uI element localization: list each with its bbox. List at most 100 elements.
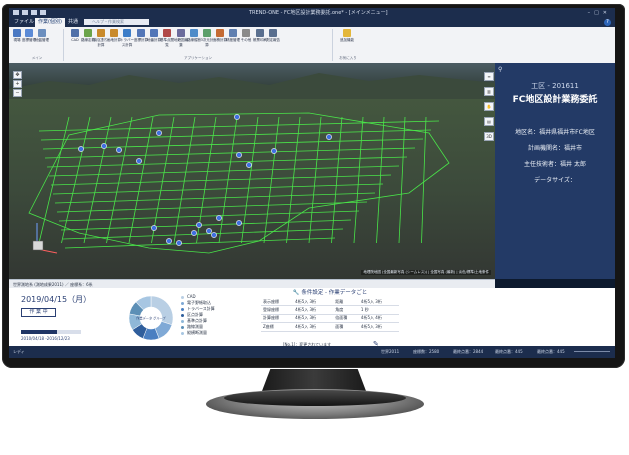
calc-icon bbox=[137, 29, 145, 37]
zoom-slider[interactable] bbox=[574, 351, 610, 352]
survey-point-marker bbox=[234, 114, 240, 120]
pan-icon[interactable]: ✋ bbox=[484, 102, 494, 111]
legend-label: 区点計算 bbox=[187, 312, 203, 317]
survey-point-marker bbox=[151, 225, 157, 231]
settings-icon: 🔧 bbox=[292, 290, 300, 296]
ribbon-divider bbox=[63, 29, 64, 61]
survey-point-marker bbox=[156, 130, 162, 136]
route-icon bbox=[84, 29, 92, 37]
conditions-cell: 4桁5入 3桁 bbox=[358, 298, 399, 307]
save-icon[interactable] bbox=[22, 10, 28, 15]
conditions-cell: 4桁5入 3桁 bbox=[293, 314, 334, 324]
conditions-cell: 角度 bbox=[333, 305, 359, 315]
work-period: 2010/04/18 -2016/12/23 bbox=[21, 336, 70, 341]
search-input[interactable]: ヘルプ・作業検索 bbox=[84, 19, 149, 25]
legend-swatch bbox=[181, 331, 184, 335]
ribbon-button-report[interactable]: 測定報告 bbox=[266, 29, 280, 53]
tab-file[interactable]: ファイル bbox=[11, 18, 37, 27]
cad-icon bbox=[71, 29, 79, 37]
zoom-in-button[interactable]: + bbox=[13, 80, 22, 88]
compass-icon[interactable]: ✥ bbox=[13, 71, 22, 79]
conditions-cell: 4桁5入 4桁 bbox=[358, 314, 399, 324]
profile-icon bbox=[190, 29, 198, 37]
app-window: TREND-ONE - FC地区設計業務委託.one* - [メインメニュー] … bbox=[9, 8, 615, 358]
work-data-donut-chart: 作業データ グループ bbox=[128, 295, 174, 341]
zoom-out-button[interactable]: − bbox=[13, 89, 22, 97]
progress-fill bbox=[21, 330, 57, 334]
conditions-table: 表示座標 4桁5入 3桁 距離 4桁5入 3桁 登録座標 4桁5入 3桁 角度 1 秒計算座標… bbox=[261, 298, 399, 332]
survey-point-marker bbox=[78, 146, 84, 152]
legend-label: トラバース計算 bbox=[187, 306, 215, 311]
ribbon-tabs: ファイル 作業(個別) 共通 ヘルプ・作業検索 ? bbox=[9, 18, 615, 27]
survey-point-marker bbox=[191, 230, 197, 236]
conditions-cell: 4桁5入 3桁 bbox=[358, 322, 399, 332]
point-count: 座標数：2580 bbox=[413, 349, 440, 354]
parcel-icon bbox=[150, 29, 158, 37]
pin-icon[interactable]: ⚲ bbox=[498, 66, 502, 73]
site-info-panel: ⚲ 工区 - 201611 FC地区設計業務委託 地区名：福井県福井市FC地区 … bbox=[495, 63, 615, 279]
undo-icon[interactable] bbox=[40, 10, 46, 15]
survey-point-marker bbox=[211, 232, 217, 238]
window-controls[interactable]: –□✕ bbox=[588, 8, 611, 18]
help-icon[interactable]: ? bbox=[604, 19, 611, 26]
ribbon-button-ground[interactable]: 地盤管理 bbox=[35, 29, 49, 53]
tab-common[interactable]: 共通 bbox=[65, 18, 81, 27]
measure-icon[interactable]: ▥ bbox=[484, 87, 494, 96]
area-icon bbox=[216, 29, 224, 37]
ribbon-button-other[interactable]: その他 bbox=[240, 29, 252, 53]
open-icon[interactable] bbox=[31, 10, 37, 15]
layers-icon[interactable]: ≡ bbox=[484, 72, 494, 81]
ribbon-button-traverse[interactable]: トラバース計算 bbox=[120, 29, 134, 53]
ribbon-button-label: 地盤管理 bbox=[35, 38, 49, 42]
report-icon bbox=[269, 29, 277, 37]
legend-swatch bbox=[181, 301, 184, 305]
legend-label: 路線測量 bbox=[187, 324, 203, 329]
conditions-cell: 4桁5入 3桁 bbox=[293, 305, 334, 315]
donut-legend: CAD 電子野帳取込 トラバース計算 区点計算 基準点計算 路線測量 縦横断測量 bbox=[181, 294, 215, 336]
3d-view-icon[interactable]: 3D bbox=[484, 132, 494, 141]
site-data-size: データサイズ： bbox=[534, 177, 576, 184]
conditions-cell: 登録座標 bbox=[261, 305, 294, 315]
conditions-row: 表示座標 4桁5入 3桁 距離 4桁5入 3桁 bbox=[261, 298, 399, 307]
star-icon bbox=[343, 29, 351, 37]
conditions-cell: 4桁5入 3桁 bbox=[293, 322, 334, 332]
tab-work[interactable]: 作業(個別) bbox=[35, 18, 65, 27]
conditions-row: 計算座標 4桁5入 3桁 倍面積 4桁5入 4桁 bbox=[261, 314, 399, 324]
work-status-badge: 作 業 中 bbox=[21, 308, 56, 317]
ribbon-button-star[interactable]: 追加機能 bbox=[340, 29, 354, 53]
conditions-cell: 1 秒 bbox=[358, 305, 399, 315]
conditions-cell: 4桁5入 3桁 bbox=[293, 298, 334, 307]
datum-status: 世界2011 bbox=[381, 349, 400, 354]
map-view[interactable]: ✥ + − ≡ ▥ ✋ ▤ 3D 地理院地図 (全国最新写真 (シームレス)) … bbox=[9, 63, 495, 279]
ribbon-button-benchmark[interactable]: 基準点閲覧 bbox=[160, 29, 174, 53]
accuracy-icon bbox=[229, 29, 237, 37]
legend-item: 縦横断測量 bbox=[181, 330, 215, 336]
conditions-cell: 表示座標 bbox=[261, 298, 294, 307]
dashboard: 2019/04/15（月） 作 業 中 2010/04/18 -2016/12/… bbox=[9, 288, 615, 348]
max-point: 最終点番：445 bbox=[537, 349, 565, 354]
cadastral-icon bbox=[177, 29, 185, 37]
group-label-applications: アプリケーション bbox=[184, 56, 212, 60]
legend-label: 基準点計算 bbox=[187, 318, 207, 323]
period-progress-bar bbox=[21, 330, 81, 334]
survey-point-marker bbox=[326, 134, 332, 140]
legend-swatch bbox=[181, 325, 184, 329]
block-icon bbox=[97, 29, 105, 37]
conditions-cell: Z座標 bbox=[261, 322, 294, 332]
coordinate-icon bbox=[25, 29, 33, 37]
recent-point: 最終点番：2844 bbox=[453, 349, 484, 354]
legend-label: CAD bbox=[187, 294, 196, 299]
donut-center-label: 作業データ グループ bbox=[136, 316, 166, 321]
survey-point-marker bbox=[271, 148, 277, 154]
status-bar: レディ 世界2011 座標数：2580 最終点番：2844 最終点番：445 最… bbox=[9, 346, 615, 358]
aerial-3d-map[interactable] bbox=[9, 63, 495, 279]
survey-point-marker bbox=[236, 220, 242, 226]
monitor-neck bbox=[262, 369, 366, 391]
ribbon-button-label: 追加機能 bbox=[340, 38, 354, 42]
legend-label: 縦横断測量 bbox=[187, 330, 207, 335]
survey-point-marker bbox=[236, 152, 242, 158]
app-icon bbox=[13, 10, 19, 15]
export-icon[interactable]: ▤ bbox=[484, 117, 494, 126]
conditions-row: Z座標 4桁5入 3桁 面積 4桁5入 3桁 bbox=[261, 322, 399, 332]
current-date: 2019/04/15（月） bbox=[21, 295, 92, 304]
